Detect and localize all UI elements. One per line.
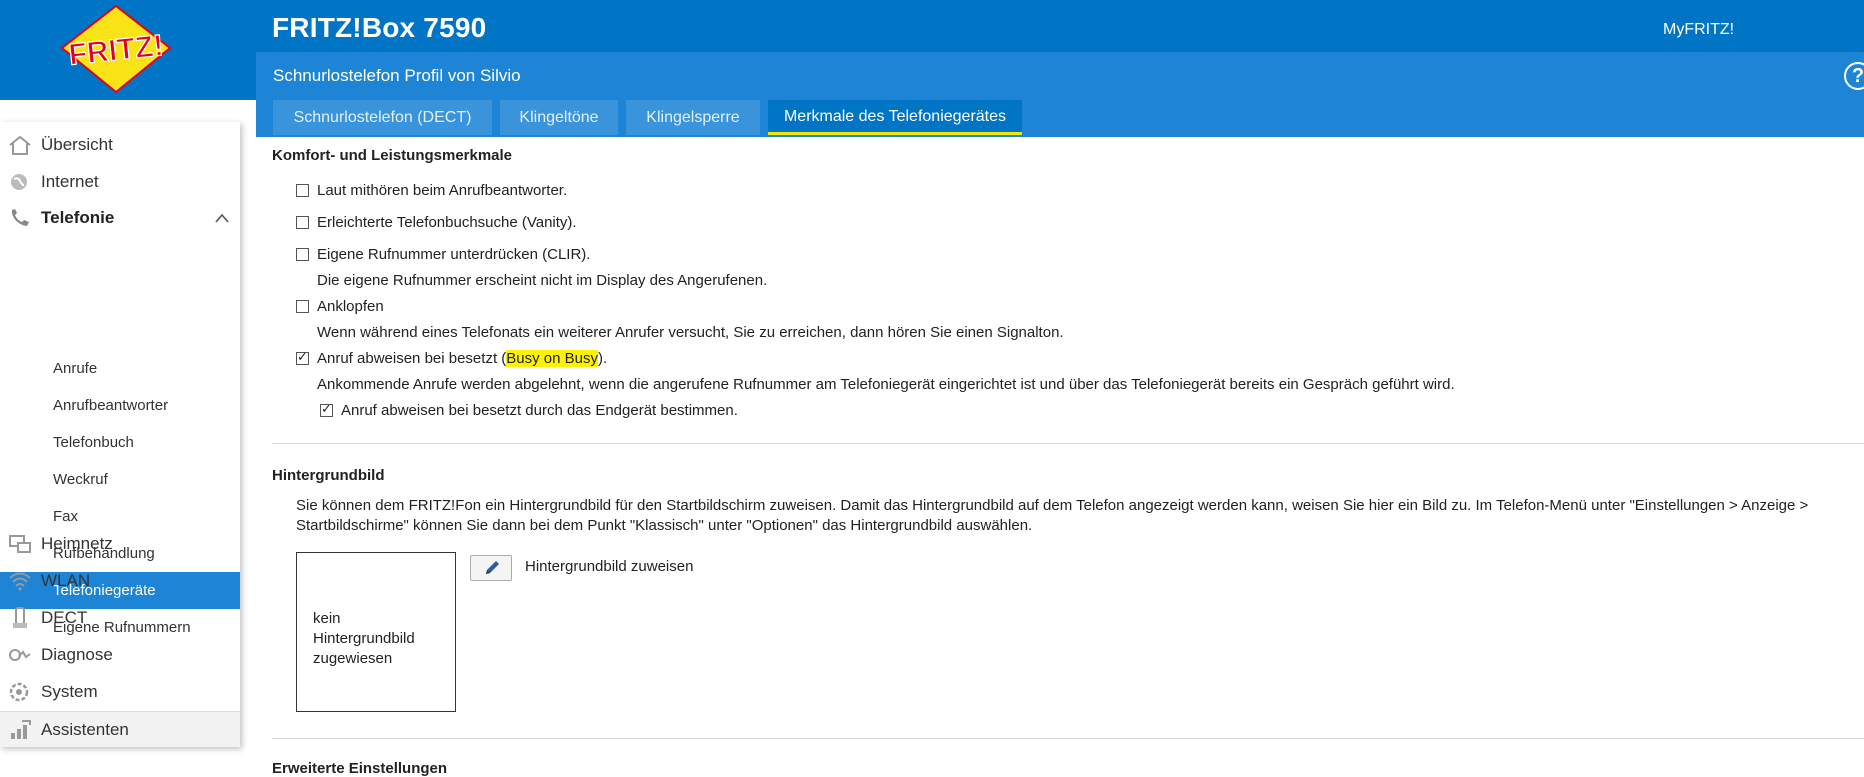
sidebar-item-label: Telefonie — [41, 208, 115, 227]
background-text-line1: Sie können dem FRITZ!Fon ein Hintergrund… — [296, 497, 1809, 514]
anklopfen-description: Wenn während eines Telefonats ein weiter… — [317, 324, 1064, 341]
system-icon — [9, 682, 29, 702]
sidebar-item-assistenten[interactable]: Assistenten — [0, 711, 240, 747]
section-heading-background: Hintergrundbild — [272, 467, 385, 484]
logo-area: FRITZ! — [0, 0, 256, 100]
sidebar-item-label: Übersicht — [41, 135, 113, 154]
section-heading-next: Erweiterte Einstellungen — [272, 760, 448, 777]
sidebar-sub-anrufbeantworter[interactable]: Anrufbeantworter — [0, 387, 240, 424]
sidebar-item-wlan[interactable]: WLAN — [0, 563, 240, 600]
checkbox-label: Erleichterte Telefonbuchsuche (Vanity). — [317, 214, 577, 231]
sidebar-item-telefonie[interactable]: Telefonie — [0, 200, 240, 237]
tab-merkmale[interactable]: Merkmale des Telefoniegerätes — [768, 100, 1022, 135]
sidebar-item-label: Fax — [53, 508, 79, 525]
checkbox-label: Laut mithören beim Anrufbeantworter. — [317, 182, 568, 199]
clir-description: Die eigene Rufnummer erscheint nicht im … — [317, 272, 768, 289]
pencil-icon — [486, 561, 499, 574]
page-title: Schnurlostelefon Profil von Silvio — [273, 66, 521, 85]
sidebar-sub-telefonbuch[interactable]: Telefonbuch — [0, 424, 240, 461]
network-icon — [9, 535, 31, 553]
checkbox-label: Anruf abweisen bei besetzt (Busy on Busy… — [317, 350, 607, 367]
sidebar-item-label: WLAN — [41, 571, 91, 590]
checkbox-checked[interactable] — [320, 401, 333, 417]
divider — [272, 738, 1864, 739]
sidebar-item-internet[interactable]: Internet — [0, 164, 240, 201]
checkbox-label: Eigene Rufnummer unterdrücken (CLIR). — [317, 246, 591, 263]
sub-header-bar — [256, 52, 1864, 137]
help-icon[interactable]: ? — [1844, 62, 1864, 90]
checkbox[interactable] — [296, 216, 309, 229]
wifi-icon — [9, 572, 31, 591]
label-text: Anruf abweisen bei besetzt ( — [317, 350, 507, 367]
assign-background-label: Hintergrundbild zuweisen — [525, 558, 694, 575]
sidebar-item-dect[interactable]: DECT — [0, 600, 240, 637]
checkbox-label: Anruf abweisen bei besetzt durch das End… — [341, 402, 738, 419]
edit-background-button[interactable] — [470, 555, 512, 581]
sidebar-sub-anrufe[interactable]: Anrufe — [0, 350, 240, 387]
sidebar-item-label: Diagnose — [41, 645, 113, 664]
sidebar-sub-weckruf[interactable]: Weckruf — [0, 461, 240, 498]
tab-dect[interactable]: Schnurlostelefon (DECT) — [273, 100, 492, 135]
preview-placeholder-text: kein Hintergrundbild zugewiesen — [313, 610, 415, 667]
sidebar-item-system[interactable]: System — [0, 674, 240, 711]
dect-icon — [13, 607, 27, 628]
sidebar-item-label: Heimnetz — [41, 534, 113, 553]
diagnose-icon — [9, 649, 31, 661]
busy-on-busy-description: Ankommende Anrufe werden abgelehnt, wenn… — [317, 376, 1455, 393]
sidebar-item-heimnetz[interactable]: Heimnetz — [0, 526, 240, 563]
divider — [272, 443, 1864, 444]
sidebar-item-label: Internet — [41, 172, 99, 191]
sidebar-item-label: Telefonbuch — [53, 434, 134, 451]
tab-klingelsperre[interactable]: Klingelsperre — [626, 100, 760, 135]
section-heading-features: Komfort- und Leistungsmerkmale — [272, 147, 513, 164]
sidebar-item-label: Anrufe — [53, 360, 98, 377]
sidebar-item-diagnose[interactable]: Diagnose — [0, 637, 240, 674]
checkbox-checked[interactable] — [296, 349, 309, 365]
sidebar-item-label: Assistenten — [41, 720, 129, 739]
home-icon — [9, 135, 31, 155]
checkbox[interactable] — [296, 184, 309, 197]
background-preview: kein Hintergrundbild zugewiesen — [296, 552, 456, 712]
phone-icon — [11, 209, 29, 226]
background-text-line2: Startbildschirme" können Sie dann bei de… — [296, 517, 1033, 534]
checkbox[interactable] — [296, 300, 309, 313]
label-text: ). — [598, 350, 608, 367]
highlighted-text: Busy on Busy — [506, 350, 598, 367]
sidebar-item-label: DECT — [41, 608, 88, 627]
product-title: FRITZ!Box 7590 — [272, 12, 487, 43]
sidebar-item-label: Anrufbeantworter — [53, 397, 169, 414]
checkbox-label: Anklopfen — [317, 298, 384, 315]
chevron-up-icon[interactable] — [214, 212, 230, 224]
fritz-logo[interactable]: FRITZ! — [0, 0, 256, 100]
checkbox[interactable] — [296, 248, 309, 261]
sidebar-item-uebersicht[interactable]: Übersicht — [0, 127, 240, 164]
myfritz-link[interactable]: MyFRITZ! — [1663, 21, 1734, 39]
sidebar-item-label: System — [41, 682, 98, 701]
assistant-icon — [11, 720, 31, 739]
globe-icon — [11, 174, 27, 190]
sidebar-item-label: Weckruf — [53, 471, 108, 488]
tab-klingeltoene[interactable]: Klingeltöne — [500, 100, 618, 135]
